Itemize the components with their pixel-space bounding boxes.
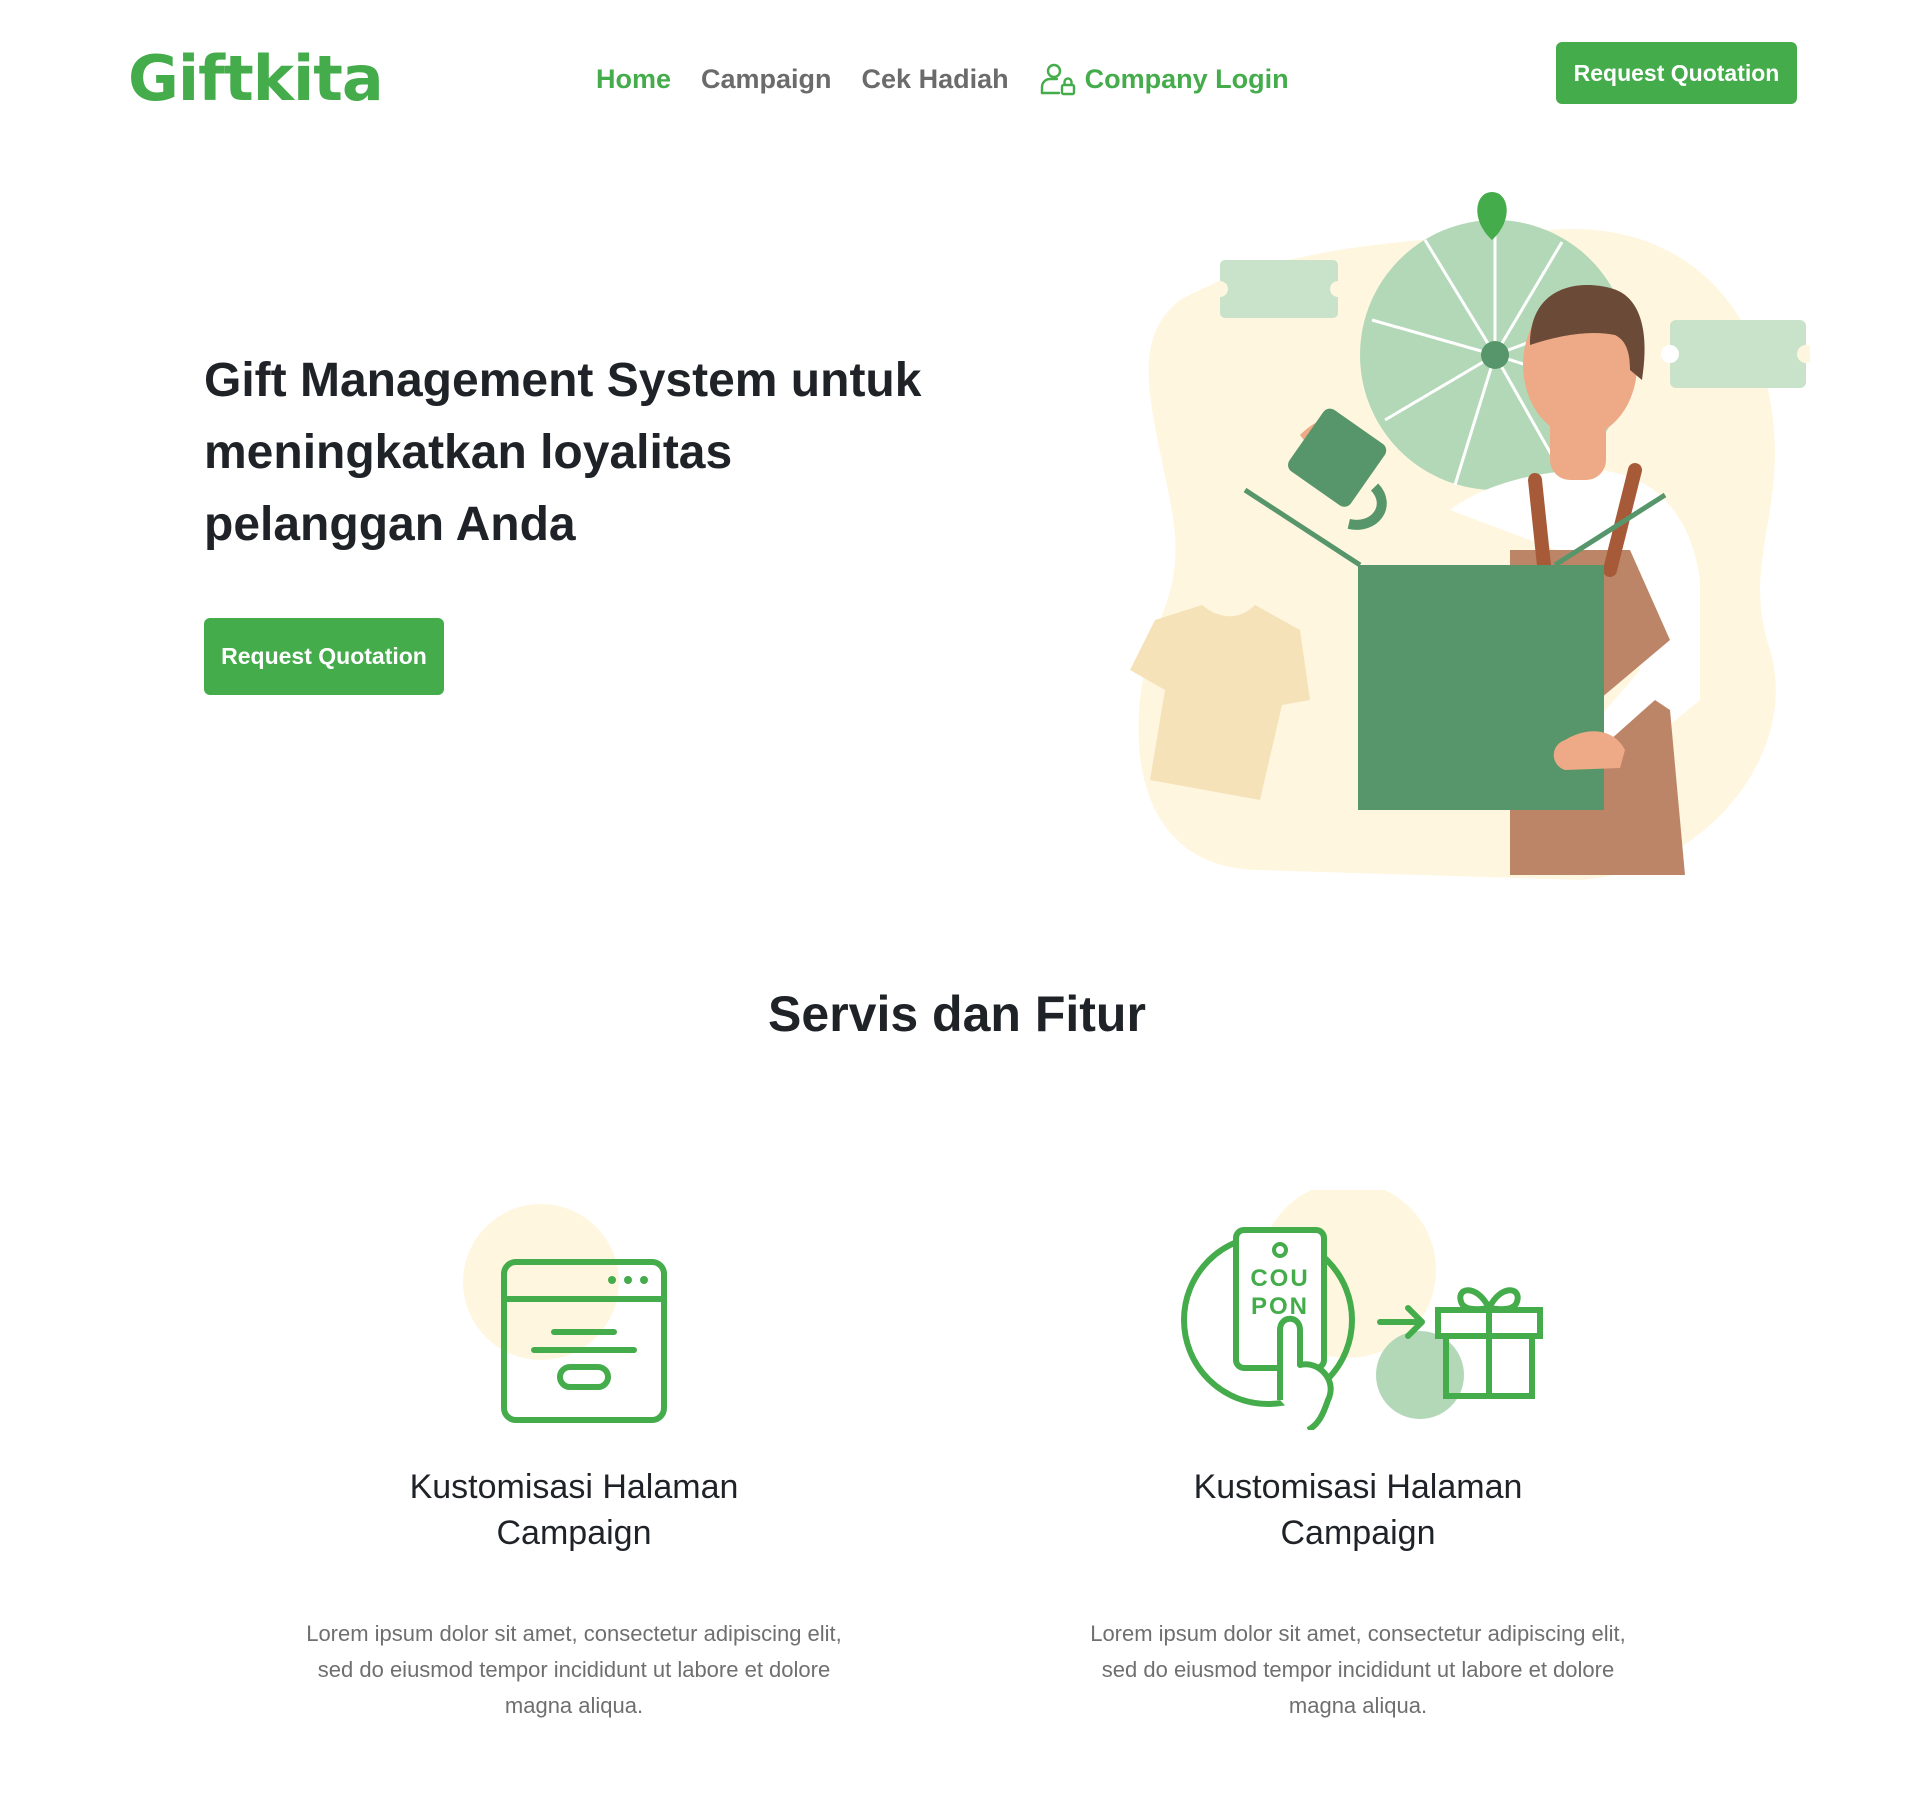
browser-page-icon xyxy=(463,1204,667,1423)
request-quotation-hero-button[interactable]: Request Quotation xyxy=(204,618,444,695)
ticket-right xyxy=(1670,320,1806,388)
company-login-label: Company Login xyxy=(1084,63,1289,94)
services-title: Servis dan Fitur xyxy=(768,986,1146,1042)
feature-description: Lorem ipsum dolor sit amet, consectetur … xyxy=(1090,1621,1626,1718)
person-opening-gift-box-illustration xyxy=(1130,192,1810,880)
company-login-link[interactable]: Company Login xyxy=(1039,60,1289,98)
gift-box xyxy=(1358,565,1604,810)
main-nav: Home Campaign Cek Hadiah Company Login xyxy=(596,60,1289,98)
request-quotation-nav-button[interactable]: Request Quotation xyxy=(1556,42,1797,104)
nav-item-cek-hadiah[interactable]: Cek Hadiah xyxy=(862,64,1009,95)
brand-logo[interactable]: Giftkita xyxy=(128,42,384,115)
feature-description: Lorem ipsum dolor sit amet, consectetur … xyxy=(306,1621,842,1718)
coupon-text-bottom: PON xyxy=(1251,1293,1309,1320)
user-lock-icon xyxy=(1040,63,1075,96)
feature-card: Kustomisasi Halaman Campaign Lorem ipsum… xyxy=(264,1190,884,1724)
nav-item-campaign[interactable]: Campaign xyxy=(701,64,832,95)
ticket-left xyxy=(1220,260,1338,318)
hero-title: Gift Management System untuk meningkatka… xyxy=(204,354,922,551)
navbar: Giftkita Home Campaign Cek Hadiah Compan… xyxy=(0,0,1914,160)
coupon-text-top: COU xyxy=(1250,1265,1309,1292)
feature-title: Kustomisasi Halaman Campaign xyxy=(409,1468,739,1552)
coupon-to-gift-icon: COU PON xyxy=(1181,1190,1543,1430)
nav-item-home[interactable]: Home xyxy=(596,64,671,95)
feature-card: COU PON Kustomisasi Halaman Campaign Lor… xyxy=(1048,1190,1668,1724)
feature-title: Kustomisasi Halaman Campaign xyxy=(1193,1468,1523,1552)
